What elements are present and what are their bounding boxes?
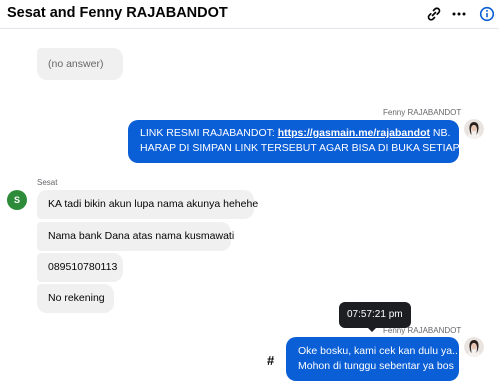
message-bubble-previous[interactable]: (no answer) xyxy=(37,48,123,80)
message-bubble-incoming[interactable]: 089510780113 xyxy=(37,253,123,282)
sender-name: Sesat xyxy=(37,178,58,187)
message-text: KA tadi bikin akun lupa nama akunya hehe… xyxy=(48,198,259,210)
hash-icon[interactable]: # xyxy=(267,353,274,368)
message-bubble-outgoing[interactable]: LINK RESMI RAJABANDOT: https://gasmain.m… xyxy=(128,120,491,163)
message-line: Mohon di tunggu sebentar ya bos xyxy=(298,360,454,372)
message-bubble-incoming[interactable]: Nama bank Dana atas nama kusmawati xyxy=(37,222,235,251)
message-text: (no answer) xyxy=(48,58,104,70)
chat-header: Sesat and Fenny RAJABANDOT xyxy=(0,0,499,29)
message-line: HARAP DI SIMPAN LINK TERSEBUT AGAR BISA … xyxy=(140,142,491,154)
message-link[interactable]: https://gasmain.me/rajabandot xyxy=(278,127,430,139)
timestamp-tooltip: 07:57:21 pm xyxy=(339,302,411,328)
info-icon[interactable] xyxy=(477,4,497,24)
message-bubble-outgoing[interactable]: Oke bosku, kami cek kan dulu ya.. Mohon … xyxy=(286,337,459,381)
sender-name: Fenny RAJABANDOT xyxy=(383,108,462,117)
message-bubble-incoming[interactable]: KA tadi bikin akun lupa nama akunya hehe… xyxy=(37,190,258,219)
message-bubble-incoming[interactable]: No rekening xyxy=(37,284,114,313)
tooltip-arrow xyxy=(367,327,377,332)
message-text: Nama bank Dana atas nama kusmawati xyxy=(48,230,235,242)
more-options-icon[interactable] xyxy=(449,4,469,24)
conversation-title: Sesat and Fenny RAJABANDOT xyxy=(7,5,228,21)
message-line: LINK RESMI RAJABANDOT: https://gasmain.m… xyxy=(140,126,451,141)
message-text: No rekening xyxy=(48,292,105,304)
message-text: LINK RESMI RAJABANDOT: xyxy=(140,127,278,139)
message-text: 089510780113 xyxy=(48,261,118,273)
avatar-sesat[interactable]: S xyxy=(7,190,27,210)
message-line: Oke bosku, kami cek kan dulu ya.. xyxy=(298,345,458,357)
link-icon[interactable] xyxy=(424,4,444,24)
avatar-fenny[interactable] xyxy=(464,119,484,139)
message-text: NB. xyxy=(429,127,451,139)
avatar-fenny[interactable] xyxy=(464,337,484,357)
